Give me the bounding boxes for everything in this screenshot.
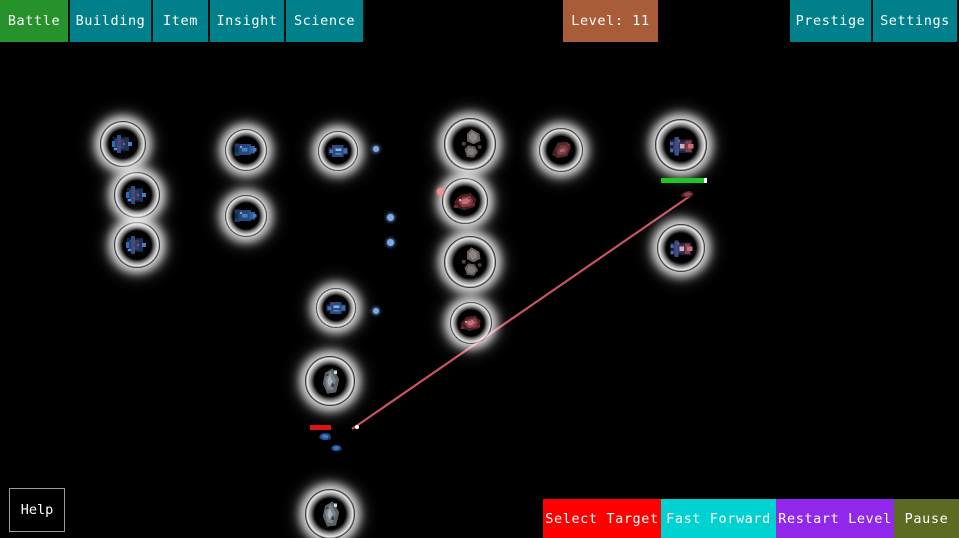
- nav-tab-label: Science: [293, 13, 356, 29]
- laser-beam: [351, 195, 691, 430]
- level-badge: Level: 11: [563, 0, 658, 42]
- nav-tab-science[interactable]: Science: [286, 0, 365, 42]
- action-button-label: Restart Level: [778, 510, 892, 527]
- shot-blue-4: [373, 308, 379, 314]
- action-button-fast-forward[interactable]: Fast Forward: [661, 499, 776, 538]
- sprite-ship-red-armored: [669, 137, 694, 156]
- action-button-label: Select Target: [545, 510, 659, 527]
- sprite-ship-blue-small: [331, 445, 342, 451]
- sprite-asteroid-grey: [462, 129, 482, 158]
- help-button-label: Help: [20, 502, 54, 518]
- shot-blue-1: [373, 146, 379, 152]
- health-bar-empty: [703, 178, 707, 183]
- beam-impact-point: [355, 425, 359, 429]
- nav-tab-label: Prestige: [795, 13, 866, 29]
- enemy-boss-1[interactable]: [655, 119, 707, 171]
- player-ship-5[interactable]: [225, 195, 267, 237]
- nav-tab-insight[interactable]: Insight: [210, 0, 286, 42]
- nav-tab-label: Building: [75, 13, 146, 29]
- enemy-health-bar: [661, 178, 707, 183]
- nav-tab-label: Insight: [216, 13, 278, 29]
- nav-tab-label: Settings: [880, 13, 950, 29]
- sprite-ship-red-organic: [460, 315, 482, 332]
- nav-tab-settings[interactable]: Settings: [873, 0, 959, 42]
- action-button-select-target[interactable]: Select Target: [543, 499, 661, 538]
- sprite-ship-blue-cruiser: [326, 301, 346, 315]
- sprite-ship-red-small: [681, 190, 694, 198]
- player-escort-ship[interactable]: [327, 444, 349, 460]
- help-button[interactable]: Help: [9, 488, 65, 532]
- enemy-rock-2[interactable]: [444, 236, 496, 288]
- enemy-rock-1[interactable]: [444, 118, 496, 170]
- enemy-ship-2[interactable]: [450, 302, 492, 344]
- enemy-shooter[interactable]: [676, 189, 702, 207]
- sprite-ship-blue-heavy: [125, 235, 147, 255]
- sprite-ship-grey-wreck: [322, 367, 339, 394]
- enemy-ship-1[interactable]: [442, 178, 488, 224]
- sprite-ship-red-dark: [551, 141, 571, 158]
- nav-tab-label: Battle: [7, 13, 61, 29]
- beam-layer: [351, 195, 691, 430]
- nav-tab-label: Item: [163, 13, 198, 29]
- level-badge-label: Level: 11: [571, 13, 650, 29]
- sprite-ship-blue-heavy: [111, 134, 133, 154]
- shot-blue-2: [386, 213, 394, 221]
- nav-tab-item[interactable]: Item: [153, 0, 210, 42]
- player-ship-2[interactable]: [114, 172, 160, 218]
- player-ship-4[interactable]: [225, 129, 267, 171]
- battlefield-canvas[interactable]: [0, 42, 959, 538]
- nav-tab-building[interactable]: Building: [70, 0, 153, 42]
- sprite-ship-grey-wreck: [322, 500, 339, 527]
- player-health-bar: [310, 425, 331, 430]
- nav-tab-prestige[interactable]: Prestige: [790, 0, 873, 42]
- sprite-ship-blue-fighter: [234, 209, 258, 223]
- sprite-ship-red-armored: [670, 240, 693, 258]
- enemy-ship-3[interactable]: [539, 128, 583, 172]
- player-ship-3[interactable]: [114, 222, 160, 268]
- sprite-ship-blue-heavy: [125, 185, 147, 205]
- player-ship-7[interactable]: [316, 288, 356, 328]
- player-ship-8[interactable]: [305, 356, 355, 406]
- sprite-ship-blue-fighter: [234, 143, 258, 157]
- sprite-asteroid-grey: [462, 247, 482, 276]
- player-ship-6[interactable]: [318, 131, 358, 171]
- sprite-ship-blue-cruiser: [328, 144, 348, 158]
- player-ship-9[interactable]: [305, 489, 355, 538]
- action-button-pause[interactable]: Pause: [894, 499, 959, 538]
- action-button-restart-level[interactable]: Restart Level: [776, 499, 894, 538]
- enemy-boss-2[interactable]: [657, 224, 705, 272]
- health-bar-fill: [661, 178, 704, 183]
- sprite-ship-red-organic: [453, 192, 477, 211]
- nav-tab-battle[interactable]: Battle: [0, 0, 70, 42]
- shot-pink-1: [436, 187, 444, 195]
- health-bar-fill: [310, 425, 331, 430]
- player-ship-1[interactable]: [100, 121, 146, 167]
- top-navigation-bar: Battle Building Item Insight Science Prestige…: [0, 0, 959, 42]
- shot-blue-3: [386, 238, 394, 246]
- action-button-label: Fast Forward: [666, 510, 771, 527]
- action-button-label: Pause: [904, 510, 949, 527]
